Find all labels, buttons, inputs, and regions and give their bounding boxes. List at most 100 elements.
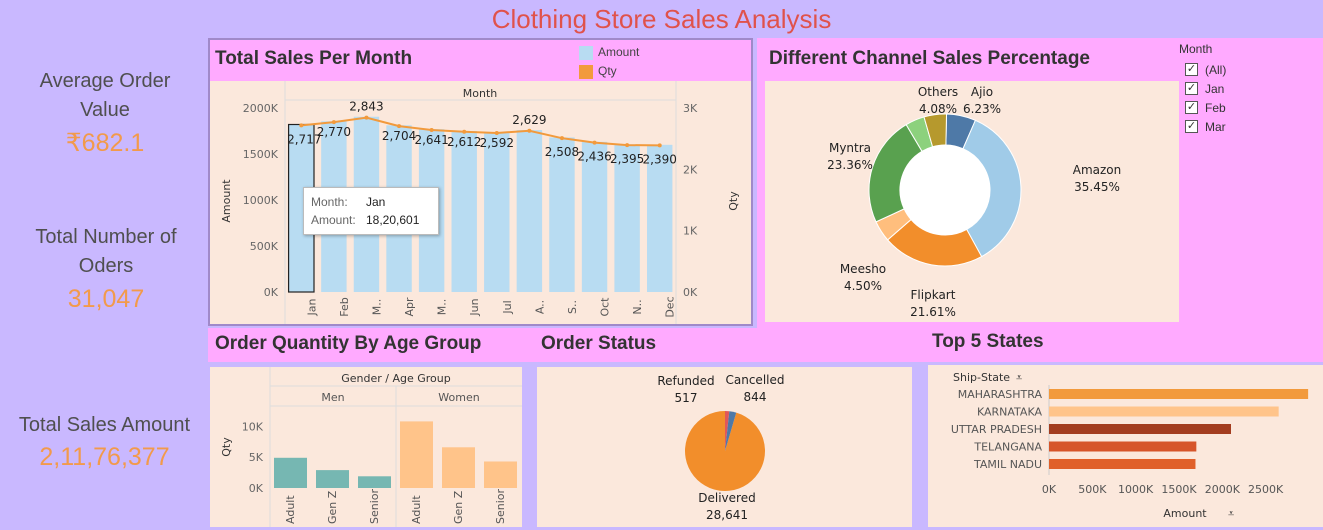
- sort-icon: ⩡: [1016, 371, 1022, 384]
- slice-name: Refunded: [657, 374, 714, 388]
- y-tick-label: 1000K: [243, 194, 279, 207]
- slice-value: 28,641: [706, 508, 748, 522]
- x-tick-label: 1500K: [1161, 483, 1197, 496]
- qty-data-label: 2,508: [545, 145, 579, 159]
- x-tick-label: Senior: [368, 488, 381, 524]
- x-tick-label: Gen Z: [452, 490, 465, 524]
- slice-value: 517: [675, 391, 698, 405]
- x-axis-title: Amount: [1163, 507, 1207, 520]
- slice-name: Cancelled: [726, 373, 785, 387]
- bar: [614, 144, 640, 292]
- slice-name: Delivered: [698, 491, 755, 505]
- qty-data-label: 2,612: [447, 135, 481, 149]
- qty-point: [559, 136, 564, 141]
- legend-item-amount: Amount: [579, 45, 639, 64]
- header-label: Ship-State: [953, 371, 1010, 384]
- y-tick-label: 500K: [250, 240, 279, 253]
- qty-point: [364, 115, 369, 120]
- tooltip-month-label: Month:: [311, 195, 348, 209]
- month-filter: Month ✓ (All) ✓ Jan ✓ Feb ✓ Mar: [1179, 42, 1226, 136]
- top-states-title: Top 5 States: [932, 331, 1044, 352]
- x-tick-label: Adult: [410, 495, 423, 524]
- bar: [1049, 406, 1279, 417]
- slice-name: Ajio: [971, 85, 993, 99]
- bar: [1049, 389, 1309, 399]
- y2-tick-label: 3K: [683, 102, 698, 115]
- monthly-sales-title: Total Sales Per Month: [215, 48, 413, 69]
- filter-item[interactable]: ✓ Mar: [1179, 117, 1226, 136]
- x-tick-label: Gen Z: [326, 490, 339, 524]
- qty-swatch: [579, 64, 593, 79]
- group-label: Women: [438, 391, 479, 404]
- checkbox-icon[interactable]: ✓: [1185, 120, 1198, 133]
- orders-value: 31,047: [67, 285, 145, 313]
- avg-order-label: Average Order Value: [39, 70, 171, 121]
- filter-item-label: Mar: [1205, 119, 1226, 134]
- slice-value: 23.36%: [827, 158, 873, 172]
- dashboard-title: Clothing Store Sales Analysis: [491, 4, 832, 34]
- bar: [400, 421, 433, 488]
- slice-name: Others: [918, 85, 958, 99]
- slice-value: 844: [744, 390, 767, 404]
- avg-order-value: ₹682.1: [65, 129, 145, 157]
- bar: [451, 131, 477, 292]
- age-group-title: Order Quantity By Age Group: [215, 333, 482, 354]
- filter-item[interactable]: ✓ (All): [1179, 60, 1226, 79]
- y-axis-title: Qty: [220, 437, 233, 457]
- qty-point: [494, 131, 499, 136]
- y-tick-label: MAHARASHTRA: [958, 388, 1043, 401]
- x-tick-label: Jun: [468, 298, 481, 316]
- header-label: Gender / Age Group: [341, 372, 451, 385]
- filter-item[interactable]: ✓ Jan: [1179, 79, 1226, 98]
- x-tick-label: 2500K: [1248, 483, 1284, 496]
- filter-item-label: Jan: [1205, 81, 1225, 96]
- slice-name: Flipkart: [911, 288, 956, 302]
- bar: [516, 130, 543, 292]
- y-tick-label: 10K: [242, 420, 264, 433]
- bar: [274, 457, 307, 488]
- bar: [581, 141, 608, 292]
- y2-tick-label: 1K: [683, 225, 698, 238]
- checkbox-icon[interactable]: ✓: [1185, 101, 1198, 114]
- qty-data-label: 2,395: [610, 152, 644, 166]
- slice-name: Meesho: [840, 262, 886, 276]
- checkbox-icon[interactable]: ✓: [1185, 82, 1198, 95]
- slice-value: 4.50%: [844, 279, 882, 293]
- slice-value: 21.61%: [910, 305, 956, 319]
- order-status-title: Order Status: [541, 333, 657, 354]
- qty-point: [527, 128, 532, 133]
- qty-data-label: 2,641: [414, 133, 448, 147]
- bar: [1049, 459, 1196, 469]
- header-label: Month: [463, 87, 498, 100]
- bar: [1049, 441, 1197, 452]
- x-tick-label: N..: [631, 299, 644, 314]
- qty-data-label: 2,629: [512, 113, 546, 127]
- tooltip-amount-value: 18,20,601: [366, 213, 420, 227]
- monthly-sales-chart: Month Amount Qty 2000K 1500K 1000K 500K 0K 3K 2K 1…: [220, 81, 740, 324]
- y-tick-label: 1500K: [243, 148, 279, 161]
- x-tick-label: M..: [370, 299, 383, 315]
- x-tick-label: Feb: [338, 297, 351, 316]
- x-tick-label: Oct: [599, 297, 612, 317]
- bar: [647, 144, 673, 292]
- qty-data-label: 2,592: [480, 136, 514, 150]
- slice-value: 35.45%: [1074, 180, 1120, 194]
- checkbox-icon[interactable]: ✓: [1185, 63, 1198, 76]
- qty-point: [462, 129, 467, 134]
- legend-qty-label: Qty: [598, 64, 617, 78]
- bar: [316, 470, 349, 488]
- y-tick-label: 2000K: [243, 102, 279, 115]
- monthly-legend: Amount Qty: [579, 45, 639, 83]
- bar: [484, 461, 517, 488]
- slice-value: 4.08%: [919, 102, 957, 116]
- x-tick-label: Apr: [403, 297, 416, 317]
- filter-item-label: (All): [1205, 62, 1227, 77]
- filter-item[interactable]: ✓ Feb: [1179, 98, 1226, 117]
- bar: [1049, 424, 1231, 434]
- channel-donut-chart: Ajio 6.23% Amazon 35.45% Flipkart 21.61% Meesh…: [827, 85, 1121, 319]
- x-tick-label: Jul: [501, 300, 514, 314]
- x-tick-label: Jan: [305, 298, 318, 316]
- qty-point: [397, 124, 402, 129]
- top-states-chart: Ship-State ⩡ MAHARASHTRA KARNATAKA UTTAR PRA…: [951, 371, 1309, 520]
- filter-item-label: Feb: [1205, 100, 1226, 115]
